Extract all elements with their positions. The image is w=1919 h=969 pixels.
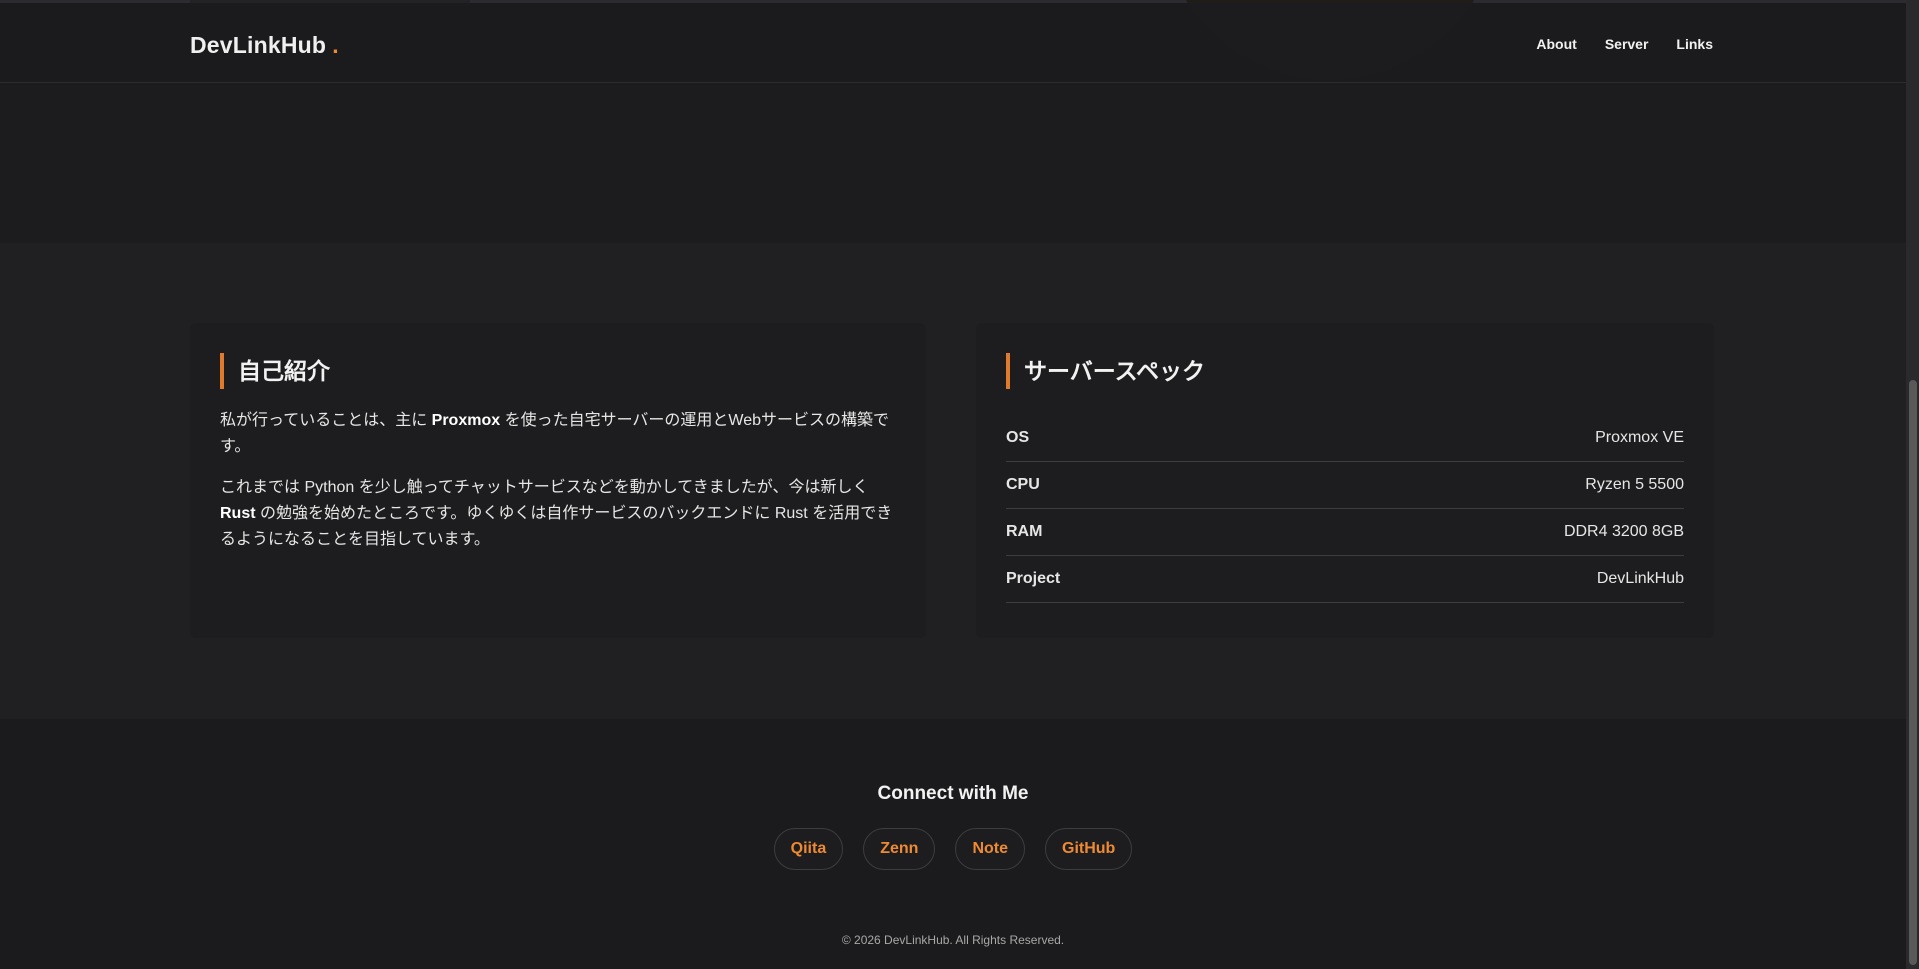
page: DevLinkHub. About Server Links 自己紹介 私が行っ… bbox=[0, 0, 1906, 969]
spec-value: Proxmox VE bbox=[1595, 429, 1684, 446]
about-p2-text: これまでは Python を少し触ってチャットサービスなどを動かしてきましたが、… bbox=[220, 479, 869, 496]
connect-title: Connect with Me bbox=[877, 783, 1029, 804]
spec-key: Project bbox=[1006, 570, 1061, 587]
about-p2-rust: Rust bbox=[220, 505, 256, 522]
spec-value: DevLinkHub bbox=[1596, 570, 1684, 587]
footer-copyright: © 2026 DevLinkHub. All Rights Reserved. bbox=[841, 933, 1065, 947]
spec-key: CPU bbox=[1006, 476, 1040, 493]
scrollbar-thumb[interactable] bbox=[1909, 380, 1917, 965]
about-title: 自己紹介 bbox=[220, 353, 330, 389]
about-p2-text-end: の勉強を始めたところです。ゆくゆくは自作サービスのバックエンドに Rust を活… bbox=[220, 505, 893, 548]
zenn-link[interactable]: Zenn bbox=[863, 828, 936, 870]
logo-text[interactable]: DevLinkHub bbox=[190, 32, 326, 58]
spec-row-cpu: CPU Ryzen 5 5500 bbox=[1006, 462, 1684, 509]
hero-section-bottom bbox=[0, 83, 1906, 243]
spec-value: DDR4 3200 8GB bbox=[1563, 523, 1684, 540]
about-paragraph-1: 私が行っていることは、主に Proxmox を使った自宅サーバーの運用とWebサ… bbox=[220, 408, 900, 460]
server-spec-card: サーバースペック OS Proxmox VE CPU Ryzen 5 5500 … bbox=[976, 323, 1714, 638]
about-p1-proxmox: Proxmox bbox=[431, 412, 501, 429]
nav-link-about[interactable]: About bbox=[1536, 36, 1576, 52]
about-card: 自己紹介 私が行っていることは、主に Proxmox を使った自宅サーバーの運用… bbox=[190, 323, 926, 638]
about-paragraph-2: これまでは Python を少し触ってチャットサービスなどを動かしてきましたが、… bbox=[220, 475, 900, 553]
site-header: DevLinkHub. About Server Links bbox=[0, 3, 1906, 83]
nav-link-links[interactable]: Links bbox=[1676, 36, 1713, 52]
about-p1-text: 私が行っていることは、主に bbox=[220, 412, 432, 429]
note-link[interactable]: Note bbox=[955, 828, 1025, 870]
github-link[interactable]: GitHub bbox=[1045, 828, 1133, 870]
spec-row-os: OS Proxmox VE bbox=[1006, 415, 1684, 462]
nav-link-server[interactable]: Server bbox=[1605, 36, 1649, 52]
spec-value: Ryzen 5 5500 bbox=[1585, 476, 1684, 493]
qiita-link[interactable]: Qiita bbox=[773, 828, 844, 870]
spec-key: RAM bbox=[1006, 523, 1043, 540]
spec-list: OS Proxmox VE CPU Ryzen 5 5500 RAM DDR4 … bbox=[1006, 415, 1684, 603]
social-links: Qiita Zenn Note GitHub bbox=[0, 828, 1906, 870]
logo-accent-dot: . bbox=[332, 32, 339, 58]
server-spec-title: サーバースペック bbox=[1006, 353, 1205, 389]
spec-row-project: Project DevLinkHub bbox=[1006, 556, 1684, 603]
spec-row-ram: RAM DDR4 3200 8GB bbox=[1006, 509, 1684, 556]
main-nav: About Server Links bbox=[1536, 36, 1713, 52]
spec-key: OS bbox=[1006, 429, 1030, 446]
site-logo[interactable]: DevLinkHub. bbox=[190, 32, 339, 59]
